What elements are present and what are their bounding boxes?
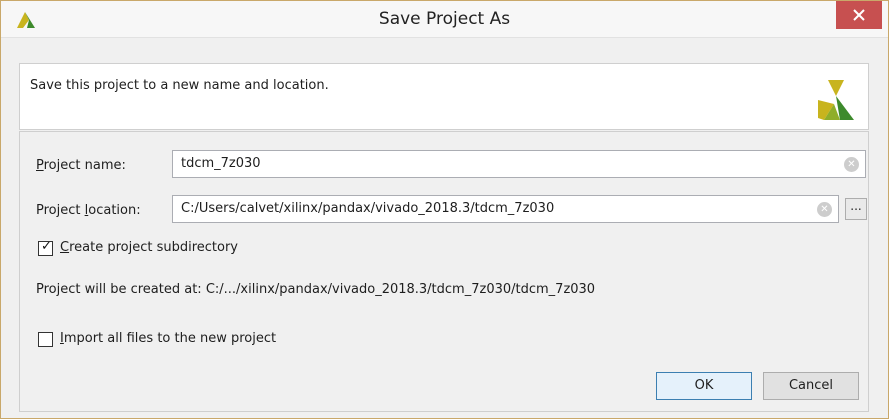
project-name-input[interactable]: tdcm_7z030 ✕: [172, 150, 866, 178]
project-location-value: C:/Users/calvet/xilinx/pandax/vivado_201…: [181, 201, 555, 216]
header-panel: Save this project to a new name and loca…: [19, 63, 869, 130]
save-project-dialog: Save Project As Save this project to a n…: [0, 0, 889, 419]
ok-button[interactable]: OK: [656, 372, 752, 400]
import-files-label[interactable]: Import all files to the new project: [60, 331, 276, 346]
vivado-logo-icon: [818, 80, 854, 120]
create-subdirectory-checkbox[interactable]: ✓: [38, 239, 53, 256]
project-location-input[interactable]: C:/Users/calvet/xilinx/pandax/vivado_201…: [172, 195, 839, 223]
browse-location-button[interactable]: ...: [845, 198, 867, 220]
project-location-label: Project location:: [36, 203, 141, 218]
project-name-label: Project name:: [36, 158, 126, 173]
close-button[interactable]: [836, 1, 882, 29]
form-panel: Project name: tdcm_7z030 ✕ Project locat…: [19, 131, 869, 412]
close-icon: [853, 9, 865, 21]
project-name-value: tdcm_7z030: [181, 156, 261, 171]
clear-icon[interactable]: ✕: [844, 157, 859, 172]
cancel-button[interactable]: Cancel: [763, 372, 859, 400]
import-files-checkbox[interactable]: [38, 332, 53, 347]
dialog-title: Save Project As: [378, 9, 511, 29]
dialog-description: Save this project to a new name and loca…: [30, 78, 329, 93]
title-bar[interactable]: Save Project As: [1, 1, 888, 38]
clear-icon[interactable]: ✕: [817, 202, 832, 217]
checkmark-icon: ✓: [41, 239, 52, 254]
created-at-path-text: Project will be created at: C:/.../xilin…: [36, 282, 596, 297]
create-subdirectory-label[interactable]: Create project subdirectory: [60, 240, 238, 255]
